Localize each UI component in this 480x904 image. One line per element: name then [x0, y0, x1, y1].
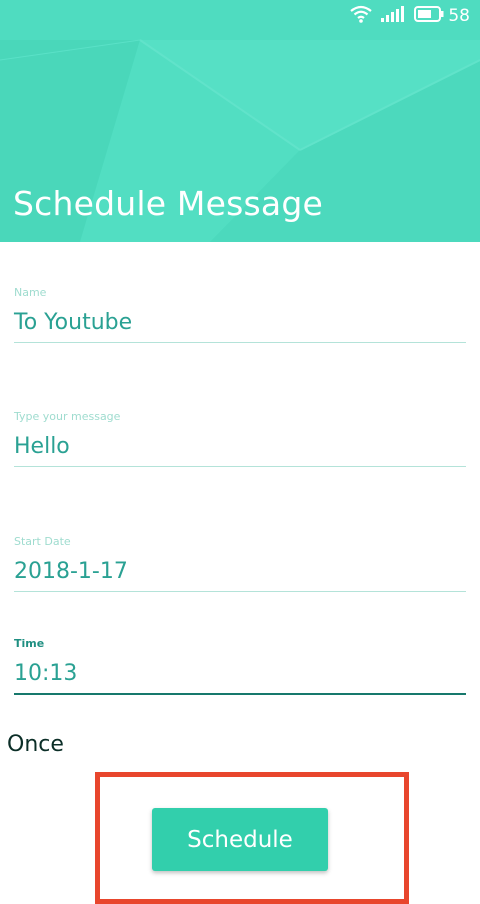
message-field[interactable]: Type your message Hello: [14, 410, 466, 467]
start-date-field-value[interactable]: 2018-1-17: [14, 557, 466, 587]
time-field-value[interactable]: 10:13: [14, 659, 466, 689]
schedule-message-screen: 58 Schedule Message Name To Youtube Type…: [0, 0, 480, 904]
battery-level: 58: [448, 6, 470, 26]
message-field-underline: [14, 466, 466, 467]
battery-indicator: 58: [414, 6, 470, 26]
page-title: Schedule Message: [13, 184, 323, 223]
time-field-underline: [14, 693, 466, 695]
status-bar: 58: [350, 4, 470, 28]
signal-icon: [381, 6, 405, 26]
time-field-label: Time: [14, 637, 45, 650]
start-date-field-label: Start Date: [14, 535, 71, 548]
wifi-icon: [350, 5, 373, 27]
repeat-selector[interactable]: Once: [7, 732, 64, 757]
name-field-value[interactable]: To Youtube: [14, 308, 466, 338]
message-field-value[interactable]: Hello: [14, 432, 466, 462]
start-date-field[interactable]: Start Date 2018-1-17: [14, 535, 466, 592]
name-field[interactable]: Name To Youtube: [14, 286, 466, 343]
name-field-underline: [14, 342, 466, 343]
schedule-button[interactable]: Schedule: [152, 808, 328, 871]
name-field-label: Name: [14, 286, 47, 299]
message-field-label: Type your message: [14, 410, 121, 423]
app-header: 58 Schedule Message: [0, 0, 480, 242]
battery-icon: [414, 6, 444, 26]
time-field[interactable]: Time 10:13: [14, 637, 466, 695]
start-date-field-underline: [14, 591, 466, 592]
